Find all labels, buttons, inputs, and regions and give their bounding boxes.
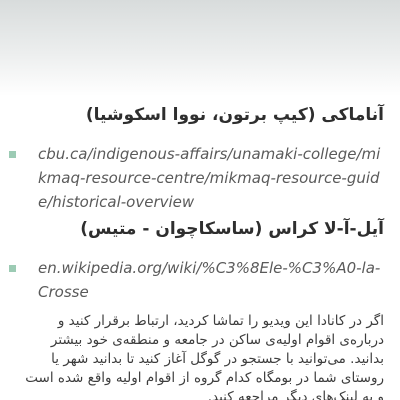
resource-link-wikipedia[interactable]: en.wikipedia.org/wiki/%C3%8Ele-%C3%A0-la… <box>38 256 383 304</box>
top-fade <box>0 0 400 96</box>
bullet-icon <box>9 265 16 272</box>
article-page: آناماکی (کیپ برتون، نووا اسکوشیا) cbu.ca… <box>0 0 400 400</box>
body-paragraph: اگر در کانادا این ویدیو را تماشا کردید، … <box>25 313 384 400</box>
resource-link-cbu[interactable]: cbu.ca/indigenous-affairs/unamaki-colleg… <box>38 142 383 214</box>
section-heading-unamaki: آناماکی (کیپ برتون، نووا اسکوشیا) <box>85 105 384 125</box>
section-heading-ile-a-la-crosse: آیل-آ-لا کراس (ساسکاچوان - متیس) <box>80 219 384 239</box>
bullet-icon <box>9 151 16 158</box>
